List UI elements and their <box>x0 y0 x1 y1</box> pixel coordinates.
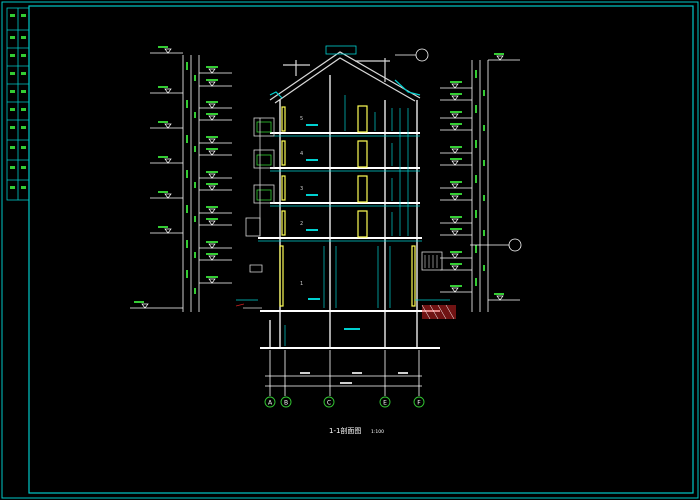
axis-label-c: C <box>327 400 331 407</box>
building-section <box>235 45 456 349</box>
axis-label-f: F <box>417 400 421 407</box>
right-balcony <box>415 251 456 320</box>
axis-bubbles <box>264 396 425 408</box>
drawing-scale: 1:100 <box>371 429 384 435</box>
dimension-lines <box>265 350 422 396</box>
circle-marker-icon <box>395 48 522 252</box>
section-walls <box>269 75 418 348</box>
elevation-triangle-icon <box>141 48 216 309</box>
outer-border <box>1 1 699 499</box>
axis-label-a: A <box>268 400 273 407</box>
balconies <box>235 117 275 309</box>
inner-border <box>28 5 694 494</box>
floor-label-5: 5 <box>300 116 303 122</box>
axis-label-e: E <box>383 400 387 407</box>
axis-label-b: B <box>284 400 288 407</box>
right-elevation-scale <box>440 53 520 312</box>
floor-label-3: 3 <box>300 186 303 192</box>
title-block <box>6 7 30 201</box>
floor-label-2: 2 <box>300 221 303 227</box>
drawing-title: 1-1剖面图 <box>329 426 361 435</box>
floor-label-1: 1 <box>300 281 303 287</box>
roof <box>269 45 421 104</box>
floor-labels: 5 4 3 2 1 <box>300 116 303 287</box>
cad-drawing-sheet: 5 4 3 2 1 A B C E F 1-1剖面图 1:100 <box>1 1 699 499</box>
sheet-frame <box>1 1 699 499</box>
floor-label-4: 4 <box>300 151 303 157</box>
left-elevation-scale <box>130 46 232 312</box>
